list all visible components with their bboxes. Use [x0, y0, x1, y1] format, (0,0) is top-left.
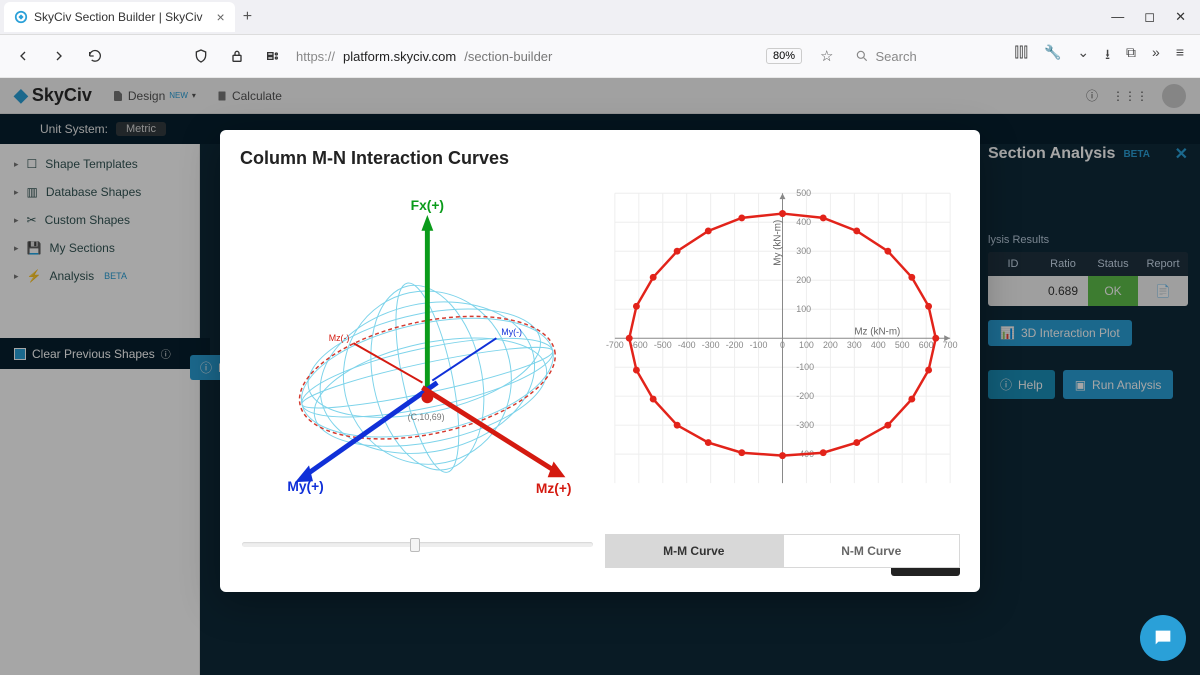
browser-tabstrip: SkyCiv Section Builder | SkyCiv × + — ◻ …	[0, 0, 1200, 35]
minimize-icon[interactable]: —	[1111, 9, 1124, 25]
slider-thumb[interactable]	[410, 538, 420, 552]
url-host: platform.skyciv.com	[343, 49, 456, 64]
svg-text:600: 600	[919, 340, 934, 350]
maximize-icon[interactable]: ◻	[1144, 9, 1155, 25]
back-icon[interactable]	[10, 43, 36, 69]
svg-text:-100: -100	[750, 340, 768, 350]
svg-text:100: 100	[796, 304, 811, 314]
svg-text:-400: -400	[678, 340, 696, 350]
download-icon[interactable]: ⭳	[1105, 44, 1110, 68]
url-path: /section-builder	[464, 49, 552, 64]
svg-text:Mz(-): Mz(-)	[329, 333, 350, 343]
mm-curve-chart[interactable]: -700-600-500-400-300-200-100010020030040…	[605, 183, 960, 523]
svg-text:-200: -200	[726, 340, 744, 350]
browser-tab[interactable]: SkyCiv Section Builder | SkyCiv ×	[4, 2, 235, 32]
tab-title: SkyCiv Section Builder | SkyCiv	[34, 10, 203, 24]
bookmark-icon[interactable]: ☆	[820, 47, 833, 65]
lock-icon[interactable]	[224, 43, 250, 69]
devtools-icon[interactable]: 🔧	[1044, 44, 1061, 68]
svg-text:200: 200	[823, 340, 838, 350]
svg-text:300: 300	[847, 340, 862, 350]
browser-toolbar: https:// platform.skyciv.com/section-buil…	[0, 35, 1200, 78]
permissions-icon[interactable]	[260, 43, 286, 69]
tab-nm-curve[interactable]: N-M Curve	[783, 534, 961, 568]
shield-icon[interactable]	[188, 43, 214, 69]
svg-text:-100: -100	[796, 362, 814, 372]
interaction-curves-modal: Column M-N Interaction Curves	[220, 130, 980, 592]
pocket-icon[interactable]: ⌄	[1077, 44, 1089, 68]
svg-text:Mz (kN-m): Mz (kN-m)	[854, 326, 900, 337]
svg-text:400: 400	[796, 217, 811, 227]
svg-text:-500: -500	[654, 340, 672, 350]
svg-text:500: 500	[895, 340, 910, 350]
reload-icon[interactable]	[82, 43, 108, 69]
new-tab-button[interactable]: +	[243, 8, 252, 26]
svg-text:-700: -700	[606, 340, 624, 350]
forward-icon[interactable]	[46, 43, 72, 69]
3d-slider[interactable]	[242, 542, 593, 547]
svg-text:300: 300	[796, 246, 811, 256]
library-icon[interactable]: ⫿⫿⫿	[1015, 44, 1028, 68]
svg-text:500: 500	[796, 188, 811, 198]
svg-text:Fx(+): Fx(+)	[411, 198, 444, 213]
3d-plot[interactable]: Fx(+) My(+) My(-) Mz(+) Mz(-) (C,10,69)	[240, 183, 595, 523]
chat-icon[interactable]	[1140, 615, 1186, 661]
svg-text:(C,10,69): (C,10,69)	[408, 412, 445, 422]
svg-text:200: 200	[796, 275, 811, 285]
tab-favicon	[14, 10, 28, 24]
page-root: ◆ SkyCiv Design NEW ▾ Calculate ⓘ ⋮⋮⋮ Un…	[0, 78, 1200, 675]
svg-text:-200: -200	[796, 391, 814, 401]
overflow-icon[interactable]: »	[1152, 44, 1160, 68]
svg-text:My (kN-m): My (kN-m)	[773, 220, 784, 266]
svg-text:-300: -300	[702, 340, 720, 350]
close-window-icon[interactable]: ✕	[1175, 9, 1186, 25]
svg-text:Mz(+): Mz(+)	[536, 481, 572, 496]
zoom-badge[interactable]: 80%	[766, 48, 802, 64]
svg-text:100: 100	[799, 340, 814, 350]
address-bar[interactable]: https:// platform.skyciv.com/section-buil…	[296, 49, 746, 64]
svg-text:-300: -300	[796, 420, 814, 430]
modal-title: Column M-N Interaction Curves	[240, 148, 960, 169]
svg-text:My(+): My(+)	[287, 479, 323, 494]
open-external-icon[interactable]: ⧉	[1126, 44, 1136, 68]
search-box[interactable]: Search	[855, 49, 1004, 64]
svg-text:400: 400	[871, 340, 886, 350]
close-icon[interactable]: ×	[217, 9, 225, 25]
tab-mm-curve[interactable]: M-M Curve	[605, 534, 783, 568]
svg-text:My(-): My(-)	[501, 327, 522, 337]
svg-text:700: 700	[943, 340, 958, 350]
search-placeholder: Search	[875, 49, 916, 64]
url-prefix: https://	[296, 49, 335, 64]
menu-icon[interactable]: ≡	[1176, 44, 1184, 68]
